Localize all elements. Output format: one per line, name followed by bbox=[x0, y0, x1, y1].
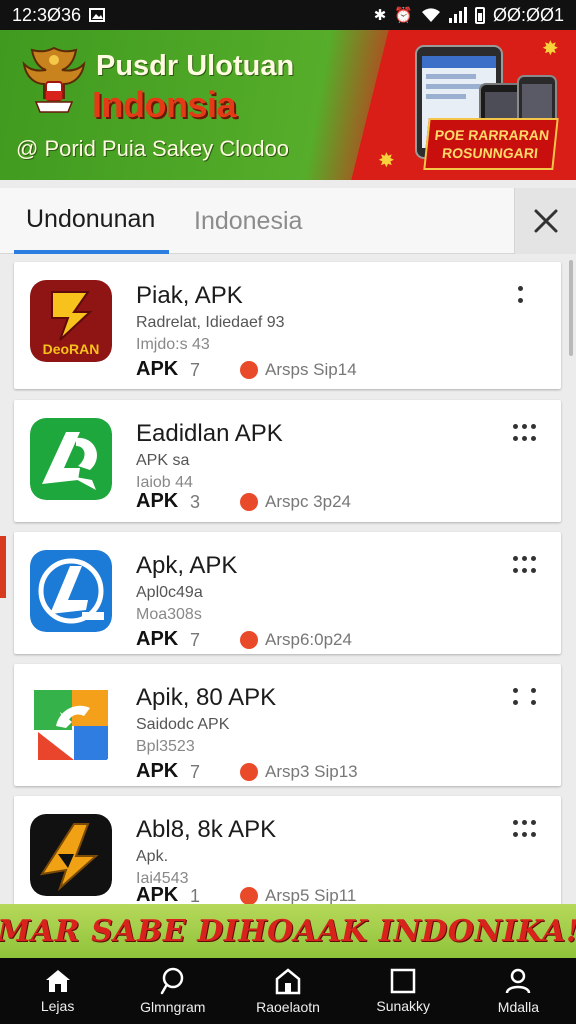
app-card[interactable]: Eadidlan APK APK sa Iaiob 44 APK 3 Arspc… bbox=[14, 400, 561, 522]
nav-store[interactable]: Raoelaotn bbox=[230, 958, 345, 1024]
apk-number: 7 bbox=[190, 360, 201, 380]
promo-banner[interactable]: IMAR SABE DIHOAAK INDONIKA!! bbox=[0, 904, 576, 958]
app-developer: Saidodc APK bbox=[136, 716, 230, 733]
rating-badge-icon bbox=[240, 631, 258, 649]
app-developer: Apk. bbox=[136, 848, 169, 865]
app-developer: APK sa bbox=[136, 452, 190, 469]
nav-label: Raoelaotn bbox=[256, 999, 320, 1015]
home-icon bbox=[45, 970, 70, 992]
yellow-bolt-icon: DeoRAN bbox=[30, 280, 112, 362]
nav-summary[interactable]: Sunakky bbox=[346, 958, 461, 1024]
hero-banner[interactable]: Pusdr Ulotuan Indonsia @ Porid Puia Sake… bbox=[0, 30, 576, 180]
clock: 12:3Ø36 bbox=[12, 4, 82, 25]
app-info: Moa308s bbox=[136, 606, 202, 623]
banner-title: Pusdr Ulotuan bbox=[96, 50, 295, 82]
close-icon bbox=[534, 209, 557, 233]
nav-label: Lejas bbox=[40, 998, 75, 1014]
status-time-right: ØØ:ØØ1 bbox=[492, 4, 564, 25]
apk-label: APK bbox=[136, 884, 179, 904]
promo-sticker: POE RARRARAN ROSUNNGARI bbox=[423, 118, 559, 170]
app-card[interactable]: DeoRAN Piak, APK Radrelat, Idiedaef 93 I… bbox=[14, 262, 561, 389]
close-button[interactable] bbox=[514, 188, 576, 254]
person-icon bbox=[506, 968, 531, 994]
apk-number: 7 bbox=[190, 762, 201, 782]
app-info: Bpl3523 bbox=[136, 738, 195, 755]
gold-a-icon bbox=[30, 814, 112, 896]
nav-label: Sunakky bbox=[376, 998, 431, 1014]
rating-badge-icon bbox=[240, 887, 258, 904]
banner-country: Indonsia bbox=[92, 84, 237, 125]
alarm-icon: ⏰ bbox=[394, 7, 413, 24]
app-card[interactable]: Apk, APK Apl0c49a Moa308s APK 7 Arsp6:0p… bbox=[14, 532, 561, 654]
more-options-button[interactable] bbox=[513, 820, 541, 840]
app-root: 12:3Ø36 ✱ ⏰ ØØ:ØØ1 Pusdr Ulotuan Indonsi… bbox=[0, 0, 576, 1024]
battery-icon bbox=[474, 6, 485, 24]
apk-number: 1 bbox=[190, 886, 201, 904]
banner-subtitle: @ Porid Puia Sakey Clodoo bbox=[16, 136, 290, 161]
image-notification-icon bbox=[89, 8, 106, 22]
app-rating: Arspc 3p24 bbox=[265, 492, 351, 511]
rating-badge-icon bbox=[240, 493, 258, 511]
signal-icon bbox=[448, 7, 467, 23]
google-play-icon bbox=[30, 682, 112, 764]
promo-line-2: ROSUNNGARI bbox=[441, 145, 539, 161]
tab-undonunan[interactable]: Undonunan bbox=[14, 188, 169, 254]
store-icon bbox=[275, 968, 301, 995]
green-a-icon bbox=[30, 418, 112, 500]
apk-label: APK bbox=[136, 358, 179, 380]
app-name: Eadidlan APK bbox=[136, 420, 283, 447]
scrollbar[interactable] bbox=[569, 260, 573, 356]
app-list[interactable]: DeoRAN Piak, APK Radrelat, Idiedaef 93 I… bbox=[0, 258, 576, 904]
promo-line-1: POE RARRARAN bbox=[433, 127, 550, 143]
edge-marker bbox=[0, 536, 6, 598]
search-icon bbox=[160, 967, 184, 995]
tab-bar: Undonunan Indonesia bbox=[0, 188, 576, 254]
rating-badge-icon bbox=[240, 361, 258, 379]
app-name: Apik, 80 APK bbox=[136, 684, 277, 711]
apk-label: APK bbox=[136, 628, 179, 650]
more-options-button[interactable] bbox=[513, 424, 541, 444]
status-bar: 12:3Ø36 ✱ ⏰ ØØ:ØØ1 bbox=[0, 0, 576, 30]
wifi-icon bbox=[421, 8, 440, 22]
nav-home[interactable]: Lejas bbox=[0, 958, 115, 1024]
more-options-button[interactable] bbox=[509, 286, 537, 306]
svg-text:DeoRAN: DeoRAN bbox=[43, 341, 100, 357]
apk-label: APK bbox=[136, 490, 179, 512]
app-rating: Arsp3 Sip13 bbox=[265, 762, 358, 781]
apk-label: APK bbox=[136, 760, 179, 782]
app-info: Imjdo:s 43 bbox=[136, 336, 210, 353]
bottom-navigation: Lejas Glmngram Raoelaotn Sunakky Mdalla bbox=[0, 958, 576, 1024]
square-icon bbox=[390, 968, 416, 994]
rating-badge-icon bbox=[240, 763, 258, 781]
bluetooth-icon: ✱ bbox=[373, 7, 387, 24]
nav-search[interactable]: Glmngram bbox=[115, 958, 230, 1024]
app-card[interactable]: Abl8, 8k APK Apk. Iai4543 APK 1 Arsp5 Si… bbox=[14, 796, 561, 904]
more-options-button[interactable] bbox=[513, 556, 541, 576]
promo-text: IMAR SABE DIHOAAK INDONIKA!! bbox=[0, 913, 576, 949]
garuda-emblem-icon bbox=[22, 46, 86, 113]
app-developer: Apl0c49a bbox=[136, 584, 203, 601]
apk-number: 7 bbox=[190, 630, 201, 650]
app-name: Abl8, 8k APK bbox=[136, 816, 277, 843]
app-card[interactable]: Apik, 80 APK Saidodc APK Bpl3523 APK 7 A… bbox=[14, 664, 561, 786]
app-rating: Arsp5 Sip11 bbox=[265, 886, 357, 904]
app-developer: Radrelat, Idiedaef 93 bbox=[136, 314, 285, 331]
tab-indonesia[interactable]: Indonesia bbox=[194, 188, 302, 254]
app-rating: Arsps Sip14 bbox=[265, 360, 357, 379]
app-rating: Arsp6:0p24 bbox=[265, 630, 352, 649]
app-name: Piak, APK bbox=[136, 282, 243, 309]
nav-profile[interactable]: Mdalla bbox=[461, 958, 576, 1024]
star-icon: ✸ bbox=[378, 150, 395, 172]
star-icon: ✸ bbox=[542, 38, 559, 60]
blue-a-icon bbox=[30, 550, 112, 632]
nav-label: Glmngram bbox=[140, 999, 206, 1015]
apk-number: 3 bbox=[190, 492, 201, 512]
more-options-button[interactable] bbox=[513, 688, 541, 708]
nav-label: Mdalla bbox=[497, 999, 540, 1015]
app-name: Apk, APK bbox=[136, 552, 238, 579]
